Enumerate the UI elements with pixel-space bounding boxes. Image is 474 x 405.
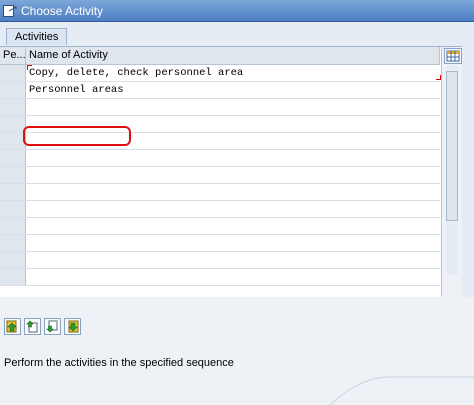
table-row[interactable] bbox=[0, 184, 440, 201]
activity-name-cell[interactable] bbox=[27, 184, 29, 200]
move-up-icon[interactable] bbox=[24, 318, 41, 335]
up-activity-icon[interactable] bbox=[4, 318, 21, 335]
activities-panel: Activities Pe... Name of Activity Copy, … bbox=[0, 22, 474, 297]
row-selector[interactable] bbox=[0, 201, 26, 217]
decorative-curve bbox=[330, 376, 474, 405]
highlight-annotation bbox=[23, 126, 131, 146]
window-title: Choose Activity bbox=[21, 3, 104, 18]
scrollbar-thumb[interactable] bbox=[446, 71, 458, 221]
down-activity-icon[interactable] bbox=[64, 318, 81, 335]
activity-name-cell[interactable] bbox=[27, 201, 29, 217]
row-selector[interactable] bbox=[0, 269, 26, 285]
row-selector[interactable] bbox=[0, 65, 26, 81]
tab-activities[interactable]: Activities bbox=[6, 28, 68, 45]
row-selector[interactable] bbox=[0, 184, 26, 200]
table-header: Pe... Name of Activity bbox=[0, 47, 440, 65]
table-row[interactable] bbox=[0, 218, 440, 235]
activity-name-cell[interactable] bbox=[27, 235, 29, 251]
row-selector[interactable] bbox=[0, 167, 26, 183]
table-row[interactable] bbox=[0, 269, 440, 286]
row-selector[interactable] bbox=[0, 252, 26, 268]
activity-name-cell[interactable] bbox=[27, 99, 29, 115]
table-row[interactable]: Personnel areas bbox=[0, 82, 440, 99]
vertical-scrollbar[interactable] bbox=[441, 47, 462, 297]
sequence-toolbar bbox=[4, 318, 81, 336]
row-selector[interactable] bbox=[0, 99, 26, 115]
table-row[interactable] bbox=[0, 167, 440, 184]
window-icon bbox=[3, 4, 17, 17]
table-row[interactable] bbox=[0, 252, 440, 269]
table-row[interactable] bbox=[0, 201, 440, 218]
row-selector[interactable] bbox=[0, 235, 26, 251]
row-selector[interactable] bbox=[0, 150, 26, 166]
column-header-pe[interactable]: Pe... bbox=[0, 47, 26, 64]
activities-table: Pe... Name of Activity Copy, delete, che… bbox=[0, 46, 462, 297]
table-row[interactable] bbox=[0, 150, 440, 167]
activity-name-cell[interactable] bbox=[27, 150, 29, 166]
column-header-name-of-activity[interactable]: Name of Activity bbox=[26, 47, 440, 64]
title-bar: Choose Activity bbox=[0, 0, 474, 22]
move-down-icon[interactable] bbox=[44, 318, 61, 335]
activity-name-cell[interactable]: Copy, delete, check personnel area bbox=[27, 65, 243, 81]
activity-name-cell[interactable] bbox=[27, 252, 29, 268]
row-selector[interactable] bbox=[0, 82, 26, 98]
field-marker-start bbox=[27, 65, 32, 70]
table-row[interactable] bbox=[0, 99, 440, 116]
table-settings-icon[interactable] bbox=[444, 48, 462, 64]
activity-name-cell[interactable] bbox=[27, 269, 29, 285]
activity-name-cell[interactable] bbox=[27, 218, 29, 234]
activity-name-cell[interactable]: Personnel areas bbox=[27, 82, 124, 98]
table-row[interactable]: Copy, delete, check personnel area bbox=[0, 65, 441, 82]
row-selector[interactable] bbox=[0, 116, 26, 132]
status-message: Perform the activities in the specified … bbox=[4, 357, 234, 369]
activity-name-cell[interactable] bbox=[27, 167, 29, 183]
row-selector[interactable] bbox=[0, 218, 26, 234]
table-row[interactable] bbox=[0, 235, 440, 252]
